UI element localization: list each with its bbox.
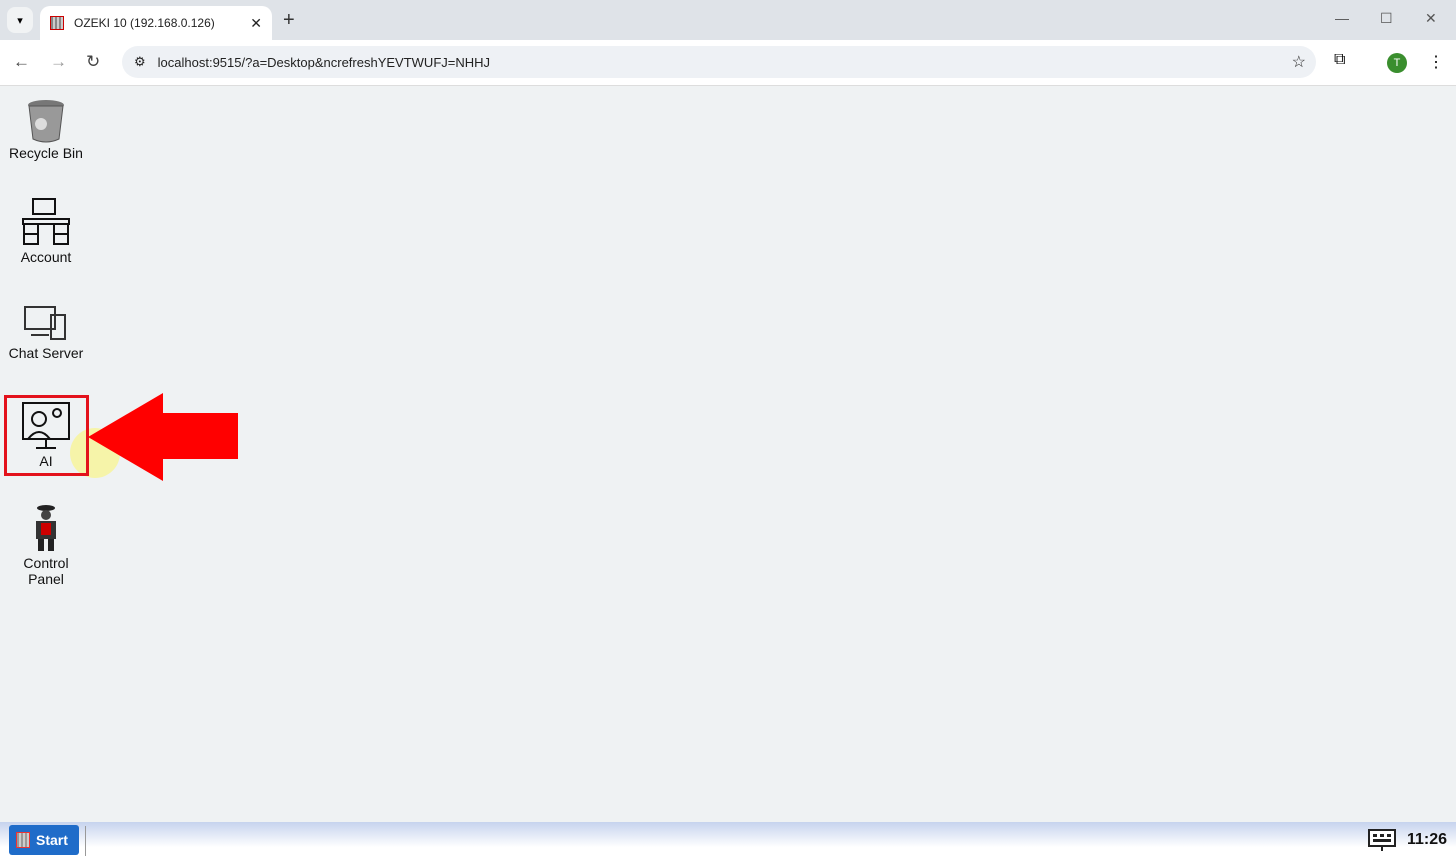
account-desk-icon [22,198,70,245]
maximize-icon[interactable]: ☐ [1380,10,1393,27]
icon-label: Account [20,249,72,265]
browser-tab[interactable]: OZEKI 10 (192.168.0.126) ✕ [40,6,272,40]
browser-toolbar: ← → ↻ ⚙ localhost:9515/?a=Desktop&ncrefr… [0,40,1456,86]
forward-arrow-icon[interactable]: → [50,52,67,72]
new-tab-plus-icon[interactable]: + [283,9,295,32]
icon-label: Chat Server [8,345,84,361]
bookmark-star-icon[interactable]: ☆ [1292,52,1306,72]
desktop-icon-account[interactable]: Account [4,197,88,265]
start-label: Start [36,832,68,848]
site-settings-icon[interactable]: ⚙ [134,54,146,70]
desktop-icon-chat-server[interactable]: Chat Server [4,303,88,361]
chat-server-devices-icon [24,306,66,340]
address-bar[interactable]: ⚙ localhost:9515/?a=Desktop&ncrefreshYEV… [122,46,1316,78]
desktop-icon-control-panel[interactable]: Control Panel [4,503,88,587]
ozeki-logo-icon [16,832,30,848]
close-window-icon[interactable]: ✕ [1425,10,1437,27]
close-tab-icon[interactable]: ✕ [250,15,262,32]
taskbar-divider [85,826,86,856]
minimize-icon[interactable]: — [1335,10,1349,26]
browser-tab-bar: ▾ OZEKI 10 (192.168.0.126) ✕ + — ☐ ✕ [0,0,1456,40]
ozeki-favicon-icon [50,16,64,30]
reload-icon[interactable]: ↻ [86,52,100,72]
on-screen-keyboard-icon[interactable] [1368,829,1396,851]
red-pointer-arrow [88,393,238,481]
tab-title: OZEKI 10 (192.168.0.126) [74,16,215,30]
taskbar [0,822,1456,864]
kebab-menu-icon[interactable]: ⋮ [1428,52,1444,72]
profile-avatar[interactable]: T [1387,53,1407,73]
extensions-puzzle-icon[interactable]: ⧉ [1334,51,1345,69]
desktop-icon-recycle-bin[interactable]: Recycle Bin [4,97,88,161]
control-panel-figure-icon [36,505,56,551]
start-button[interactable]: Start [9,825,79,855]
icon-label: Recycle Bin [9,145,83,161]
recycle-bin-icon [28,100,64,143]
tab-search-chevron-icon[interactable]: ▾ [7,7,33,33]
url-text[interactable]: localhost:9515/?a=Desktop&ncrefreshYEVTW… [158,55,490,70]
taskbar-clock: 11:26 [1407,831,1448,848]
back-arrow-icon[interactable]: ← [13,52,30,72]
selection-highlight-box [4,395,89,476]
icon-label: Control Panel [23,555,69,587]
